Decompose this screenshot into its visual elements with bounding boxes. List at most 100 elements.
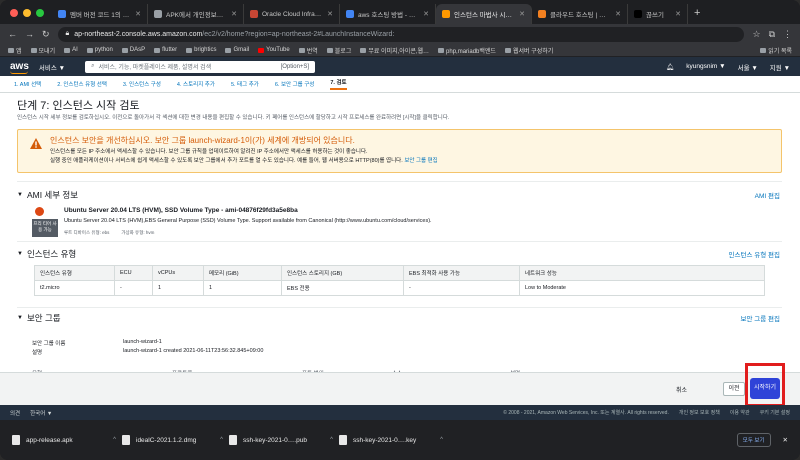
wizard-step[interactable]: 6. 보안 그룹 구성: [275, 80, 315, 88]
close-tab-icon[interactable]: ✕: [423, 10, 429, 18]
browser-tab[interactable]: Oracle Cloud Infrastructu… ✕: [244, 4, 340, 24]
bookmark-item[interactable]: php,mariadb백엔드: [438, 46, 496, 55]
services-menu[interactable]: 서비스 ▼: [39, 62, 65, 72]
cancel-button[interactable]: 취소: [676, 385, 687, 394]
edit-security-group-link[interactable]: 보안 그룹 편집: [404, 158, 437, 164]
wizard-step[interactable]: 3. 인스턴스 구성: [123, 80, 161, 88]
file-icon: [122, 435, 130, 445]
forward-icon[interactable]: →: [25, 29, 34, 39]
close-tab-icon[interactable]: ✕: [675, 10, 681, 18]
aws-search-input[interactable]: ⌕ 서비스, 기능, 마켓플레이스 제품, 설명서 검색 [Option+S]: [85, 60, 316, 73]
close-tab-icon[interactable]: ✕: [519, 10, 525, 18]
feedback-link[interactable]: 의견: [10, 409, 20, 417]
bookmark-item[interactable]: 모내기: [30, 46, 55, 55]
warning-icon: [30, 138, 42, 149]
address-bar[interactable]: 🔒︎ ap-northeast-2.console.aws.amazon.com…: [57, 26, 745, 42]
folder-icon: [64, 47, 71, 53]
download-item[interactable]: idealC-2021.1.2.dmg ^: [122, 435, 229, 445]
language-menu[interactable]: 한국어 ▼: [30, 409, 52, 417]
download-item[interactable]: ssh-key-2021-0….key ^: [339, 435, 449, 445]
chevron-up-icon[interactable]: ^: [113, 437, 116, 443]
menu-icon[interactable]: ⋮: [783, 29, 792, 40]
toolbar: ← → ↻ 🔒︎ ap-northeast-2.console.aws.amaz…: [0, 24, 800, 44]
chevron-up-icon[interactable]: ^: [330, 437, 333, 443]
close-window-button[interactable]: [10, 9, 18, 17]
bookmark-item[interactable]: 앱: [8, 46, 22, 55]
bookmark-label: 앱: [16, 48, 22, 55]
browser-tab[interactable]: 클라우드 호스팅 | 웹 호스팅 … ✕: [532, 4, 628, 24]
download-item[interactable]: app-release.apk ^: [12, 435, 122, 445]
back-icon[interactable]: ←: [8, 29, 17, 39]
folder-icon: [154, 47, 161, 53]
edit-ami-link[interactable]: AMI 편집: [755, 190, 780, 200]
bookmark-item[interactable]: 번역: [298, 46, 318, 55]
bookmark-item[interactable]: 무료 이미지,아이콘,웹…: [360, 46, 429, 55]
wizard-step[interactable]: 4. 스토리지 추가: [177, 80, 215, 88]
star-icon[interactable]: ☆: [752, 29, 760, 40]
aws-logo[interactable]: aws: [10, 61, 29, 74]
bookmark-item[interactable]: brightics: [186, 47, 216, 53]
support-menu[interactable]: 지원 ▼: [770, 62, 790, 72]
show-all-downloads-button[interactable]: 모두 보기: [736, 433, 771, 447]
edit-instance-type-link[interactable]: 인스턴스 유형 편집: [729, 249, 780, 259]
close-tab-icon[interactable]: ✕: [135, 10, 141, 18]
bookmark-item[interactable]: DAsP: [121, 47, 145, 53]
browser-tab[interactable]: 끊쓰기 ✕: [628, 4, 688, 24]
close-tab-icon[interactable]: ✕: [327, 10, 333, 18]
chevron-up-icon[interactable]: ^: [440, 437, 443, 443]
bookmark-label: flutter: [162, 47, 178, 53]
bookmark-item[interactable]: AI: [64, 47, 78, 53]
warning-body: 인스턴스를 모든 IP 주소에서 액세스할 수 있습니다. 보안 그룹 규칙을 …: [50, 148, 438, 166]
bookmark-item[interactable]: 웹서버 구성하기: [504, 46, 554, 55]
bookmark-item[interactable]: flutter: [154, 47, 177, 53]
terms-link[interactable]: 이용 약관: [730, 409, 750, 416]
browser-tab[interactable]: APK에서 개인정보처리 방침…✕: [148, 4, 244, 24]
tab-title: aws 호스팅 방법 - Google…: [358, 12, 419, 19]
cookies-link[interactable]: 쿠키 기본 설정: [760, 409, 790, 416]
bookmark-item[interactable]: Gmail: [225, 47, 249, 53]
region-menu[interactable]: 서울 ▼: [738, 62, 758, 72]
bookmark-label: php,mariadb백엔드: [446, 48, 496, 55]
edit-security-group-link[interactable]: 보안 그룹 편집: [741, 313, 781, 323]
tab-title: 끊쓰기: [646, 12, 664, 19]
launch-button[interactable]: 시작하기: [750, 378, 780, 399]
bookmarks-bar: 앱 모내기 AI python DAsP flutter brightics G…: [0, 44, 800, 57]
reload-icon[interactable]: ↻: [42, 29, 50, 40]
bookmark-item[interactable]: YouTube: [258, 47, 290, 53]
wizard-step[interactable]: 1. AMI 선택: [14, 80, 41, 88]
close-tab-icon[interactable]: ✕: [231, 10, 237, 18]
download-item[interactable]: ssh-key-2021-0….pub ^: [229, 435, 339, 445]
reading-list-label: 읽기 목록: [768, 48, 792, 55]
browser-tab[interactable]: 멤버 버전 코드 1의 APK가 이…✕: [52, 4, 148, 24]
wizard-step[interactable]: 2. 인스턴스 유형 선택: [57, 80, 107, 88]
ami-section-heading[interactable]: ▼ AMI 세부 정보: [17, 189, 78, 201]
browser-tab[interactable]: aws 호스팅 방법 - Google… ✕: [340, 4, 436, 24]
bell-icon[interactable]: 🔔︎: [666, 63, 674, 71]
ami-name: Ubuntu Server 20.04 LTS (HVM), SSD Volum…: [64, 207, 298, 214]
bookmark-item[interactable]: python: [86, 47, 113, 53]
sg-desc-label: 설명: [32, 350, 43, 356]
root-device-type: 루트 디바이스 유형: ebs: [64, 230, 110, 235]
tab-bar: 멤버 버전 코드 1의 APK가 이…✕ APK에서 개인정보처리 방침…✕ O…: [0, 0, 800, 24]
bookmark-item[interactable]: 블로그: [326, 46, 351, 55]
extensions-icon[interactable]: ⧉: [769, 29, 775, 40]
previous-button[interactable]: 이전: [723, 382, 745, 396]
new-tab-icon[interactable]: +: [688, 7, 706, 24]
folder-icon: [360, 47, 367, 53]
wizard-step[interactable]: 5. 태그 추가: [231, 80, 259, 88]
browser-tab-active[interactable]: 인스턴스 마법사 시작 | EC2 M… ✕: [436, 4, 532, 24]
table-cell: Low to Moderate: [519, 280, 765, 296]
close-icon[interactable]: ✕: [783, 436, 788, 444]
bookmark-label: 웹서버 구성하기: [512, 48, 554, 55]
account-menu[interactable]: kyungsnim ▼: [686, 63, 725, 70]
table-header-row: 인스턴스 유형 ECU vCPUs 메모리 (GiB) 인스턴스 스토리지 (G…: [34, 265, 765, 281]
maximize-window-button[interactable]: [36, 9, 44, 17]
security-section-heading[interactable]: ▼ 보안 그룹: [17, 312, 61, 324]
chevron-up-icon[interactable]: ^: [220, 437, 223, 443]
close-tab-icon[interactable]: ✕: [615, 10, 621, 18]
instance-section-heading[interactable]: ▼ 인스턴스 유형: [17, 248, 76, 260]
page-title: 단계 7: 인스턴스 시작 검토: [17, 100, 140, 112]
minimize-window-button[interactable]: [23, 9, 31, 17]
privacy-link[interactable]: 개인 정보 보호 정책: [679, 409, 720, 416]
reading-list[interactable]: 읽기 목록: [760, 46, 792, 55]
